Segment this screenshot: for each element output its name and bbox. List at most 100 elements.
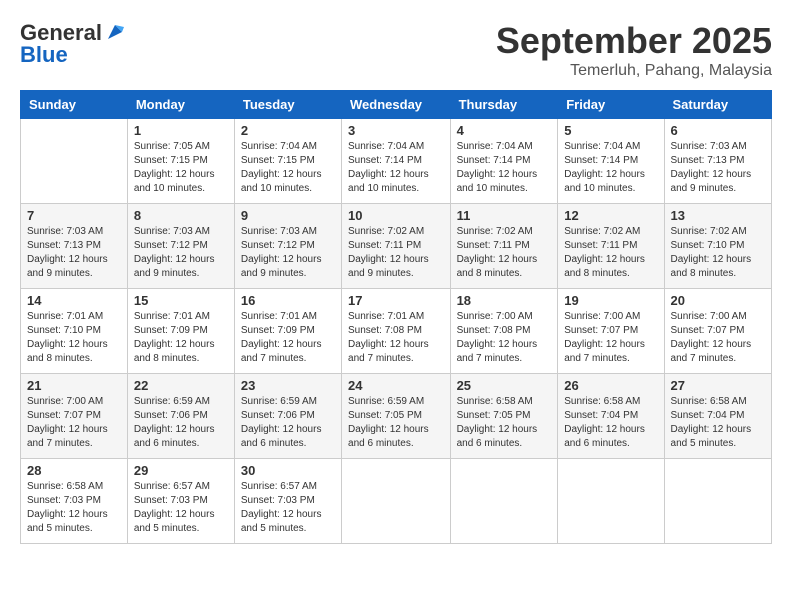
calendar-cell: 14 Sunrise: 7:01 AM Sunset: 7:10 PM Dayli… xyxy=(21,289,128,374)
day-number: 9 xyxy=(241,208,335,223)
col-header-thursday: Thursday xyxy=(450,91,558,119)
day-info: Sunrise: 7:02 AM Sunset: 7:10 PM Dayligh… xyxy=(671,225,765,281)
day-number: 18 xyxy=(457,293,552,308)
day-info: Sunrise: 6:58 AM Sunset: 7:03 PM Dayligh… xyxy=(27,480,121,536)
day-info: Sunrise: 7:01 AM Sunset: 7:08 PM Dayligh… xyxy=(348,310,444,366)
logo-blue: Blue xyxy=(20,42,68,68)
day-info: Sunrise: 7:01 AM Sunset: 7:09 PM Dayligh… xyxy=(241,310,335,366)
calendar-cell: 19 Sunrise: 7:00 AM Sunset: 7:07 PM Dayli… xyxy=(558,289,664,374)
day-info: Sunrise: 6:59 AM Sunset: 7:06 PM Dayligh… xyxy=(241,395,335,451)
calendar-cell: 24 Sunrise: 6:59 AM Sunset: 7:05 PM Dayli… xyxy=(342,374,451,459)
day-info: Sunrise: 6:59 AM Sunset: 7:05 PM Dayligh… xyxy=(348,395,444,451)
day-number: 10 xyxy=(348,208,444,223)
calendar-cell: 20 Sunrise: 7:00 AM Sunset: 7:07 PM Dayli… xyxy=(664,289,771,374)
calendar-cell: 5Sunrise: 7:04 AM Sunset: 7:14 PM Daylig… xyxy=(558,119,664,204)
calendar-cell: 30 Sunrise: 6:57 AM Sunset: 7:03 PM Dayli… xyxy=(234,459,341,544)
day-number: 28 xyxy=(27,463,121,478)
calendar-header-row: SundayMondayTuesdayWednesdayThursdayFrid… xyxy=(21,91,772,119)
week-row-4: 21 Sunrise: 7:00 AM Sunset: 7:07 PM Dayli… xyxy=(21,374,772,459)
day-number: 17 xyxy=(348,293,444,308)
day-info: Sunrise: 7:01 AM Sunset: 7:09 PM Dayligh… xyxy=(134,310,228,366)
col-header-tuesday: Tuesday xyxy=(234,91,341,119)
calendar-cell: 9 Sunrise: 7:03 AM Sunset: 7:12 PM Daylig… xyxy=(234,204,341,289)
day-number: 29 xyxy=(134,463,228,478)
day-number: 24 xyxy=(348,378,444,393)
col-header-saturday: Saturday xyxy=(664,91,771,119)
day-number: 26 xyxy=(564,378,657,393)
day-number: 3 xyxy=(348,123,444,138)
day-info: Sunrise: 7:04 AM Sunset: 7:14 PM Dayligh… xyxy=(564,140,657,196)
calendar-cell: 16 Sunrise: 7:01 AM Sunset: 7:09 PM Dayli… xyxy=(234,289,341,374)
day-info: Sunrise: 7:04 AM Sunset: 7:15 PM Dayligh… xyxy=(241,140,335,196)
day-info: Sunrise: 7:04 AM Sunset: 7:14 PM Dayligh… xyxy=(348,140,444,196)
week-row-3: 14 Sunrise: 7:01 AM Sunset: 7:10 PM Dayli… xyxy=(21,289,772,374)
day-number: 7 xyxy=(27,208,121,223)
day-number: 14 xyxy=(27,293,121,308)
day-info: Sunrise: 7:00 AM Sunset: 7:07 PM Dayligh… xyxy=(27,395,121,451)
day-number: 15 xyxy=(134,293,228,308)
day-number: 23 xyxy=(241,378,335,393)
day-info: Sunrise: 7:03 AM Sunset: 7:13 PM Dayligh… xyxy=(671,140,765,196)
day-info: Sunrise: 6:58 AM Sunset: 7:04 PM Dayligh… xyxy=(564,395,657,451)
title-block: September 2025 Temerluh, Pahang, Malaysi… xyxy=(496,20,772,80)
month-title: September 2025 xyxy=(496,20,772,62)
day-info: Sunrise: 6:58 AM Sunset: 7:04 PM Dayligh… xyxy=(671,395,765,451)
col-header-wednesday: Wednesday xyxy=(342,91,451,119)
calendar-cell: 28 Sunrise: 6:58 AM Sunset: 7:03 PM Dayli… xyxy=(21,459,128,544)
day-info: Sunrise: 7:03 AM Sunset: 7:12 PM Dayligh… xyxy=(134,225,228,281)
day-number: 4 xyxy=(457,123,552,138)
calendar-cell: 6Sunrise: 7:03 AM Sunset: 7:13 PM Daylig… xyxy=(664,119,771,204)
day-info: Sunrise: 7:02 AM Sunset: 7:11 PM Dayligh… xyxy=(348,225,444,281)
calendar-cell xyxy=(342,459,451,544)
calendar-cell: 22 Sunrise: 6:59 AM Sunset: 7:06 PM Dayli… xyxy=(127,374,234,459)
calendar-cell: 27Sunrise: 6:58 AM Sunset: 7:04 PM Dayli… xyxy=(664,374,771,459)
day-number: 30 xyxy=(241,463,335,478)
day-info: Sunrise: 7:05 AM Sunset: 7:15 PM Dayligh… xyxy=(134,140,228,196)
day-info: Sunrise: 7:02 AM Sunset: 7:11 PM Dayligh… xyxy=(564,225,657,281)
calendar-cell xyxy=(450,459,558,544)
calendar-cell: 17 Sunrise: 7:01 AM Sunset: 7:08 PM Dayli… xyxy=(342,289,451,374)
day-info: Sunrise: 7:01 AM Sunset: 7:10 PM Dayligh… xyxy=(27,310,121,366)
day-info: Sunrise: 6:57 AM Sunset: 7:03 PM Dayligh… xyxy=(241,480,335,536)
day-info: Sunrise: 7:03 AM Sunset: 7:12 PM Dayligh… xyxy=(241,225,335,281)
day-number: 8 xyxy=(134,208,228,223)
day-number: 19 xyxy=(564,293,657,308)
day-number: 12 xyxy=(564,208,657,223)
calendar-table: SundayMondayTuesdayWednesdayThursdayFrid… xyxy=(20,90,772,544)
col-header-friday: Friday xyxy=(558,91,664,119)
location: Temerluh, Pahang, Malaysia xyxy=(496,62,772,80)
day-number: 20 xyxy=(671,293,765,308)
col-header-sunday: Sunday xyxy=(21,91,128,119)
day-number: 1 xyxy=(134,123,228,138)
calendar-cell: 3 Sunrise: 7:04 AM Sunset: 7:14 PM Daylig… xyxy=(342,119,451,204)
calendar-cell: 25Sunrise: 6:58 AM Sunset: 7:05 PM Dayli… xyxy=(450,374,558,459)
day-number: 11 xyxy=(457,208,552,223)
col-header-monday: Monday xyxy=(127,91,234,119)
calendar-cell: 23 Sunrise: 6:59 AM Sunset: 7:06 PM Dayli… xyxy=(234,374,341,459)
calendar-cell: 4 Sunrise: 7:04 AM Sunset: 7:14 PM Daylig… xyxy=(450,119,558,204)
day-info: Sunrise: 6:58 AM Sunset: 7:05 PM Dayligh… xyxy=(457,395,552,451)
calendar-cell: 26 Sunrise: 6:58 AM Sunset: 7:04 PM Dayli… xyxy=(558,374,664,459)
calendar-cell: 2Sunrise: 7:04 AM Sunset: 7:15 PM Daylig… xyxy=(234,119,341,204)
calendar-cell: 10 Sunrise: 7:02 AM Sunset: 7:11 PM Dayli… xyxy=(342,204,451,289)
calendar-cell: 13Sunrise: 7:02 AM Sunset: 7:10 PM Dayli… xyxy=(664,204,771,289)
week-row-2: 7Sunrise: 7:03 AM Sunset: 7:13 PM Daylig… xyxy=(21,204,772,289)
calendar-cell: 7Sunrise: 7:03 AM Sunset: 7:13 PM Daylig… xyxy=(21,204,128,289)
day-number: 22 xyxy=(134,378,228,393)
day-info: Sunrise: 7:04 AM Sunset: 7:14 PM Dayligh… xyxy=(457,140,552,196)
day-info: Sunrise: 7:02 AM Sunset: 7:11 PM Dayligh… xyxy=(457,225,552,281)
day-info: Sunrise: 6:59 AM Sunset: 7:06 PM Dayligh… xyxy=(134,395,228,451)
day-info: Sunrise: 7:00 AM Sunset: 7:07 PM Dayligh… xyxy=(564,310,657,366)
day-number: 16 xyxy=(241,293,335,308)
day-info: Sunrise: 7:00 AM Sunset: 7:08 PM Dayligh… xyxy=(457,310,552,366)
page-header: General Blue September 2025 Temerluh, Pa… xyxy=(20,20,772,80)
logo-icon xyxy=(104,21,126,43)
week-row-1: 1 Sunrise: 7:05 AM Sunset: 7:15 PM Daylig… xyxy=(21,119,772,204)
calendar-cell: 15 Sunrise: 7:01 AM Sunset: 7:09 PM Dayli… xyxy=(127,289,234,374)
day-info: Sunrise: 7:00 AM Sunset: 7:07 PM Dayligh… xyxy=(671,310,765,366)
calendar-cell xyxy=(558,459,664,544)
day-number: 21 xyxy=(27,378,121,393)
calendar-cell: 29 Sunrise: 6:57 AM Sunset: 7:03 PM Dayli… xyxy=(127,459,234,544)
calendar-cell: 1 Sunrise: 7:05 AM Sunset: 7:15 PM Daylig… xyxy=(127,119,234,204)
day-info: Sunrise: 6:57 AM Sunset: 7:03 PM Dayligh… xyxy=(134,480,228,536)
